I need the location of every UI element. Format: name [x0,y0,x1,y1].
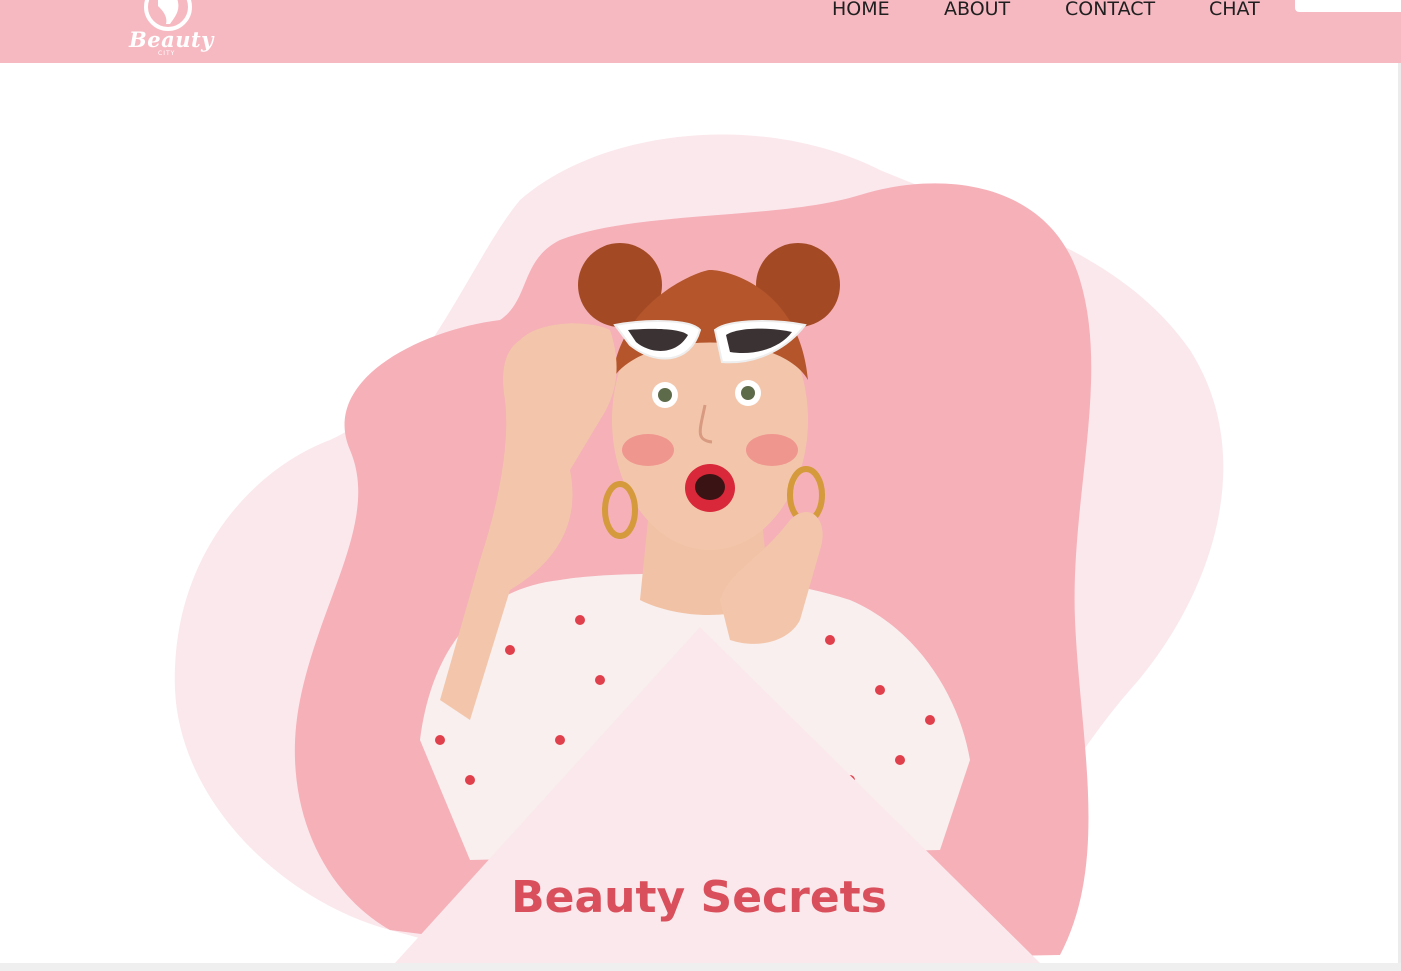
site-header: Beauty CITY HOME ABOUT CONTACT CHAT [0,0,1401,63]
hero-artwork [174,134,1224,963]
nav-contact[interactable]: CONTACT [1065,0,1155,24]
bottom-edge [0,963,1401,971]
logo-text: Beauty [129,27,214,52]
logo-subtext: CITY [158,50,176,57]
search-box[interactable] [1295,0,1401,12]
nav-home[interactable]: HOME [832,0,890,24]
hero-title: Beauty Secrets [511,872,887,923]
nav-about[interactable]: ABOUT [944,0,1010,24]
nav-chat[interactable]: CHAT [1209,0,1260,24]
page: Beauty CITY HOME ABOUT CONTACT CHAT Beau… [0,0,1401,971]
